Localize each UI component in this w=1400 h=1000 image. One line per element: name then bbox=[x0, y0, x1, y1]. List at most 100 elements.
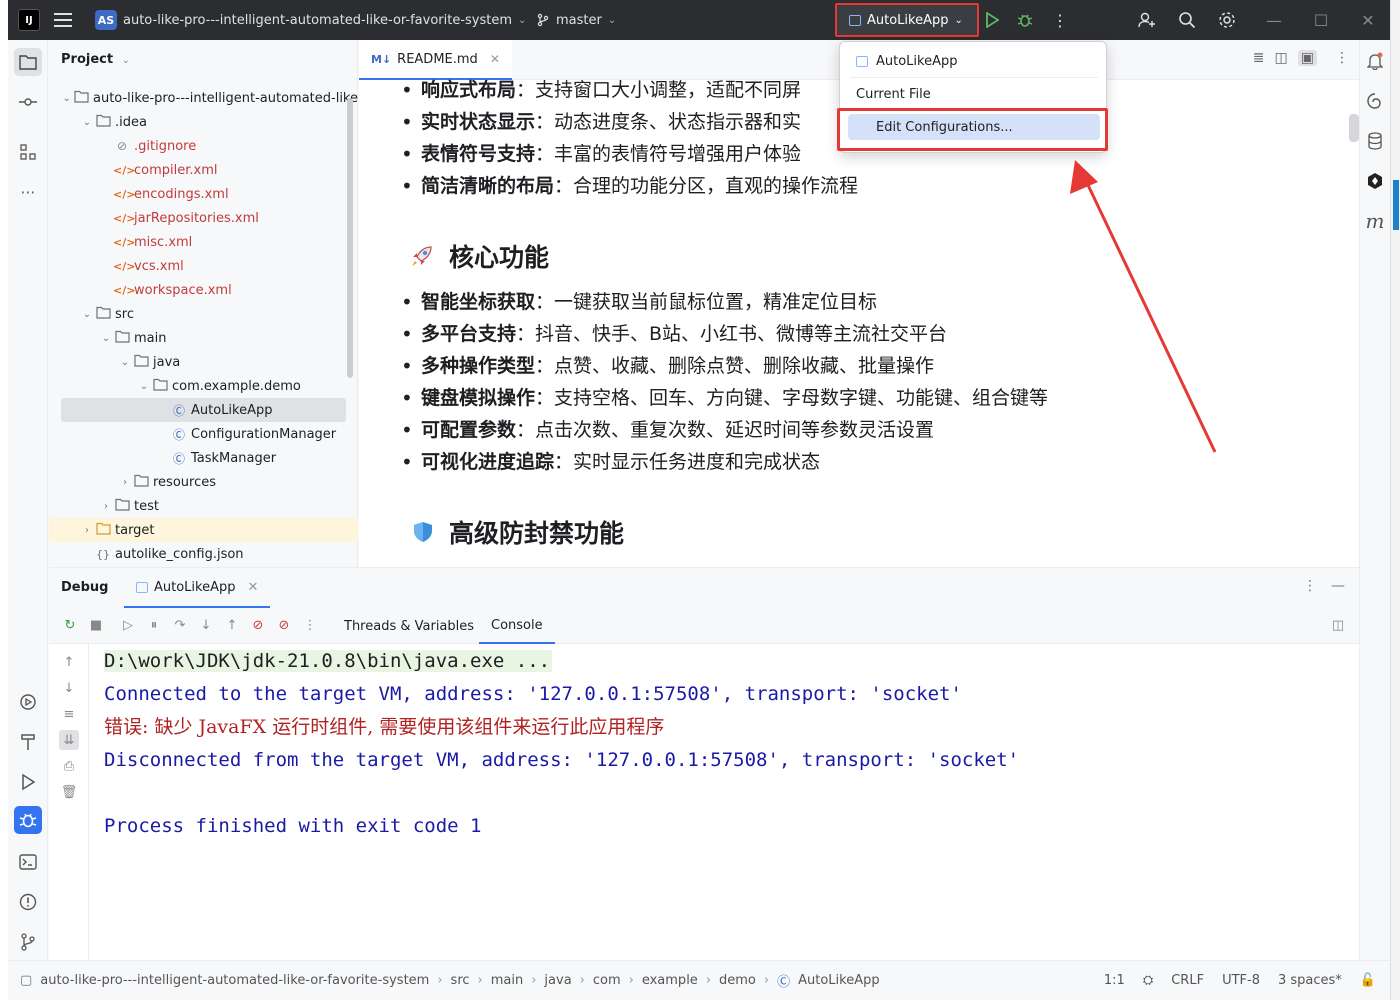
vcs-status-icon[interactable]: ⛭ bbox=[1143, 973, 1153, 988]
breadcrumb-item[interactable]: example bbox=[642, 973, 698, 988]
version-control-icon[interactable] bbox=[14, 928, 42, 956]
breadcrumb-item[interactable]: AutoLikeApp bbox=[798, 973, 880, 988]
tree-item[interactable]: ⌄ main bbox=[49, 326, 358, 350]
caret-position[interactable]: 1:1 bbox=[1104, 973, 1125, 988]
read-only-lock-icon[interactable]: 🔓 bbox=[1360, 973, 1376, 988]
tab-readme[interactable]: M↓ README.md ✕ bbox=[359, 40, 512, 80]
services-icon[interactable] bbox=[14, 688, 42, 716]
clear-console-trash-icon[interactable]: 🗑 bbox=[59, 782, 79, 802]
debug-session-tab[interactable]: AutoLikeApp ✕ bbox=[124, 568, 271, 608]
breadcrumb-item[interactable]: main bbox=[491, 973, 523, 988]
breadcrumb-item[interactable]: java bbox=[544, 973, 571, 988]
editor-only-view-icon[interactable]: ≣ bbox=[1253, 50, 1265, 66]
stop-icon[interactable]: ■ bbox=[83, 618, 109, 633]
chevron-right-icon[interactable]: › bbox=[99, 501, 113, 512]
scroll-up-icon[interactable]: ↑ bbox=[59, 652, 79, 672]
close-tab-icon[interactable]: ✕ bbox=[490, 52, 500, 66]
search-icon[interactable] bbox=[1175, 0, 1199, 40]
maven-icon[interactable]: m bbox=[1362, 208, 1388, 234]
breadcrumb-item[interactable]: auto-like-pro---intelligent-automated-li… bbox=[40, 973, 429, 988]
tree-item[interactable]: </> encodings.xml bbox=[49, 182, 358, 206]
line-separator[interactable]: CRLF bbox=[1171, 973, 1204, 988]
terminal-icon[interactable] bbox=[14, 848, 42, 876]
indent-setting[interactable]: 3 spaces* bbox=[1278, 973, 1342, 988]
scroll-to-end-icon[interactable]: ⇊ bbox=[59, 730, 79, 750]
tree-item[interactable]: ⌄ auto-like-pro---intelligent-automated-l… bbox=[49, 86, 359, 110]
project-selector[interactable]: auto-like-pro---intelligent-automated-li… bbox=[123, 0, 526, 40]
hide-panel-icon[interactable]: — bbox=[1331, 578, 1345, 594]
tree-item[interactable]: ⌄ com.example.demo bbox=[49, 374, 358, 398]
chevron-down-icon[interactable]: ⌄ bbox=[60, 93, 73, 104]
breadcrumb-item[interactable]: com bbox=[593, 973, 621, 988]
problems-icon[interactable] bbox=[14, 888, 42, 916]
tree-item[interactable]: › test bbox=[49, 494, 358, 518]
tree-item[interactable]: ⌄ src bbox=[49, 302, 358, 326]
project-panel-header[interactable]: Project ⌄ bbox=[61, 52, 130, 67]
more-actions-icon[interactable]: ⋮ bbox=[1048, 0, 1072, 40]
chevron-down-icon[interactable]: ⌄ bbox=[137, 381, 151, 392]
more-options-icon[interactable]: ⋮ bbox=[1335, 50, 1349, 66]
plugin-icon[interactable] bbox=[1362, 168, 1388, 194]
view-breakpoints-icon[interactable]: ⊘ bbox=[245, 618, 271, 633]
tree-item[interactable]: ⌄ java bbox=[49, 350, 358, 374]
close-window-icon[interactable]: ✕ bbox=[1356, 0, 1380, 40]
run-icon[interactable] bbox=[980, 0, 1004, 40]
chevron-right-icon[interactable]: › bbox=[80, 525, 94, 536]
structure-icon[interactable] bbox=[14, 138, 42, 166]
mute-breakpoints-icon[interactable]: ⊘ bbox=[271, 618, 297, 633]
commit-icon[interactable] bbox=[14, 88, 42, 116]
dropdown-item-autolikeapp[interactable]: AutoLikeApp bbox=[848, 48, 1100, 74]
more-options-icon[interactable]: ⋮ bbox=[1303, 578, 1317, 594]
database-icon[interactable] bbox=[1362, 128, 1388, 154]
ai-assistant-icon[interactable] bbox=[1362, 88, 1388, 114]
tab-console[interactable]: Console bbox=[479, 608, 555, 644]
debug-tool-icon[interactable] bbox=[14, 806, 42, 834]
chevron-down-icon[interactable]: ⌄ bbox=[80, 117, 94, 128]
print-icon[interactable]: ⎙ bbox=[59, 756, 79, 776]
pause-icon[interactable]: ⏸ bbox=[141, 618, 167, 633]
debug-icon[interactable] bbox=[1013, 0, 1037, 40]
tree-item[interactable]: </> compiler.xml bbox=[49, 158, 358, 182]
main-menu-icon[interactable] bbox=[54, 0, 78, 40]
tree-item[interactable]: ⌄ .idea bbox=[49, 110, 358, 134]
step-into-icon[interactable]: ↓ bbox=[193, 618, 219, 633]
add-user-icon[interactable] bbox=[1135, 0, 1159, 40]
close-session-icon[interactable]: ✕ bbox=[248, 580, 259, 595]
dropdown-item-current-file[interactable]: Current File bbox=[848, 81, 1100, 107]
layout-settings-icon[interactable]: ◫ bbox=[1325, 618, 1351, 633]
tab-threads-variables[interactable]: Threads & Variables bbox=[332, 608, 486, 644]
settings-gear-icon[interactable] bbox=[1215, 0, 1239, 40]
file-encoding[interactable]: UTF-8 bbox=[1222, 973, 1260, 988]
tree-item[interactable]: </> workspace.xml bbox=[49, 278, 358, 302]
chevron-right-icon[interactable]: › bbox=[118, 477, 132, 488]
soft-wrap-icon[interactable]: ≡ bbox=[59, 704, 79, 724]
tree-item[interactable]: </> vcs.xml bbox=[49, 254, 358, 278]
run-configuration-selector[interactable]: AutoLikeApp ⌄ bbox=[835, 3, 979, 37]
step-out-icon[interactable]: ↑ bbox=[219, 618, 245, 633]
tree-item[interactable]: </> misc.xml bbox=[49, 230, 358, 254]
project-folder-icon[interactable] bbox=[14, 48, 42, 76]
minimize-window-icon[interactable]: — bbox=[1262, 0, 1286, 40]
notifications-bell-icon[interactable] bbox=[1362, 48, 1388, 74]
resume-icon[interactable]: ▷ bbox=[115, 618, 141, 633]
chevron-down-icon[interactable]: ⌄ bbox=[80, 309, 94, 320]
build-hammer-icon[interactable] bbox=[14, 728, 42, 756]
chevron-down-icon[interactable]: ⌄ bbox=[99, 333, 113, 344]
tree-item[interactable]: </> jarRepositories.xml bbox=[49, 206, 358, 230]
breadcrumb-item[interactable]: demo bbox=[719, 973, 756, 988]
branch-selector[interactable]: master ⌄ bbox=[536, 0, 616, 40]
tree-item[interactable]: › resources bbox=[49, 470, 358, 494]
tree-item[interactable]: › target bbox=[49, 518, 358, 542]
more-tools-icon[interactable]: ⋯ bbox=[14, 178, 42, 206]
tree-item[interactable]: Ⓒ ConfigurationManager bbox=[49, 422, 358, 446]
preview-only-view-icon[interactable]: ▣ bbox=[1297, 50, 1317, 66]
tree-item[interactable]: ⊘ .gitignore bbox=[49, 134, 358, 158]
tree-item[interactable]: {} autolike_config.json bbox=[49, 542, 358, 566]
tree-item[interactable]: Ⓒ TaskManager bbox=[49, 446, 358, 470]
tree-item[interactable]: Ⓒ AutoLikeApp bbox=[61, 398, 346, 422]
run-tool-icon[interactable] bbox=[14, 768, 42, 796]
maximize-window-icon[interactable]: ☐ bbox=[1309, 0, 1333, 40]
project-badge[interactable]: AS bbox=[95, 10, 117, 30]
tree-scrollbar[interactable] bbox=[347, 98, 353, 378]
editor-scrollbar[interactable] bbox=[1349, 114, 1359, 142]
